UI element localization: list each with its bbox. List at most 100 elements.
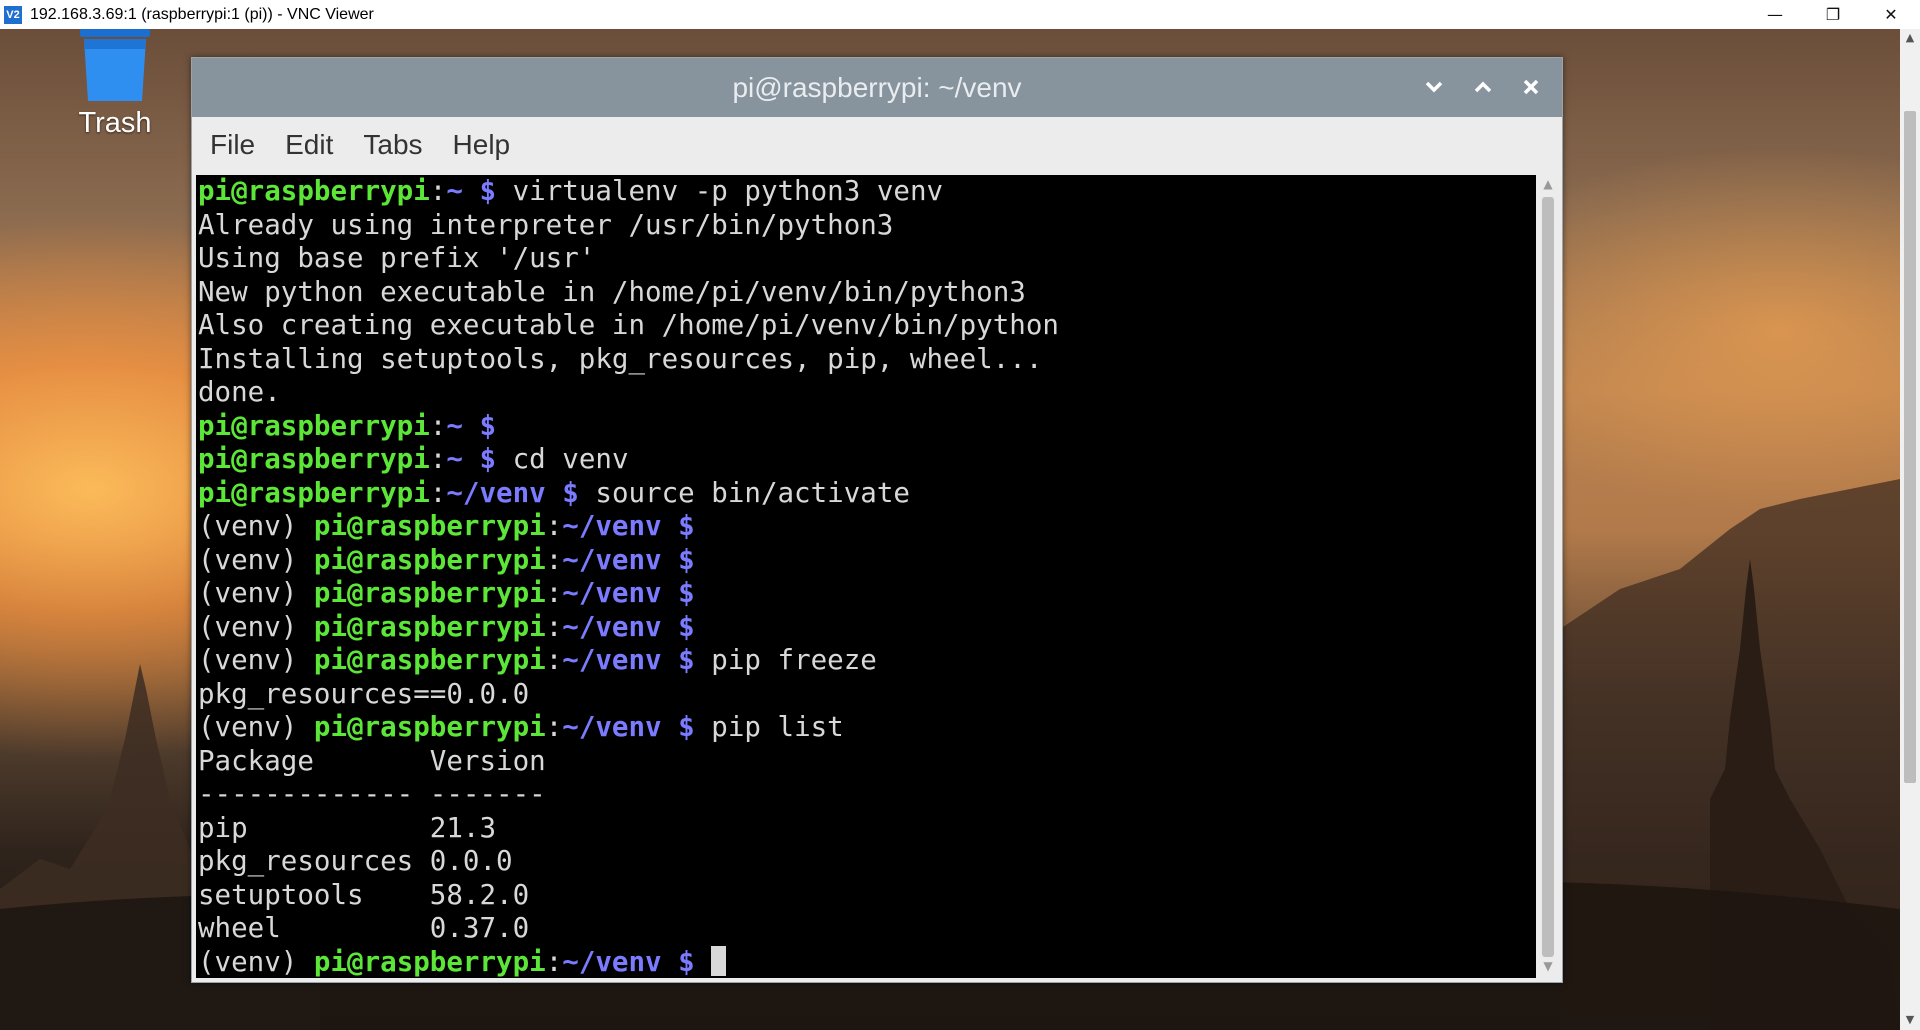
terminal-titlebar[interactable]: pi@raspberrypi: ~/venv xyxy=(192,58,1562,117)
prompt-symbol: $ xyxy=(661,610,695,643)
prompt-symbol: $ xyxy=(462,443,497,475)
window-controls: — ❐ ✕ xyxy=(1746,0,1920,29)
output-text: Also creating executable in /home/pi/ven… xyxy=(198,309,1059,341)
terminal-menubar: File Edit Tabs Help xyxy=(192,117,1562,173)
command-text: cd venv xyxy=(496,443,629,475)
command-text: pip list xyxy=(694,711,844,743)
trash-desktop-icon[interactable]: Trash xyxy=(70,29,160,140)
menu-edit[interactable]: Edit xyxy=(285,129,333,161)
output-text: Installing setuptools, pkg_resources, pi… xyxy=(198,342,1043,375)
terminal-line: ------------- ------- xyxy=(198,778,1536,812)
menu-tabs[interactable]: Tabs xyxy=(363,129,422,161)
terminal-window[interactable]: pi@raspberrypi: ~/venv File Edit Tabs He… xyxy=(191,57,1563,983)
terminal-scroll-up-icon[interactable]: ▲ xyxy=(1538,177,1558,191)
prompt-user-host: pi@raspberrypi xyxy=(313,510,546,542)
terminal-line: done. xyxy=(198,376,1536,410)
minimize-button[interactable]: — xyxy=(1746,0,1804,29)
venv-indicator: (venv) xyxy=(198,711,314,743)
output-text: setuptools 58.2.0 xyxy=(198,878,530,911)
prompt-separator: : xyxy=(545,711,563,743)
scroll-down-arrow-icon[interactable]: ▼ xyxy=(1900,1013,1920,1026)
terminal-line: pip 21.3 xyxy=(198,812,1536,846)
command-text: virtualenv -p python3 venv xyxy=(496,175,944,207)
prompt-separator: : xyxy=(545,543,563,576)
close-icon xyxy=(1523,79,1539,95)
menu-help[interactable]: Help xyxy=(453,129,511,161)
prompt-symbol: $ xyxy=(545,476,579,509)
close-window-button[interactable] xyxy=(1516,72,1546,102)
prompt-symbol: $ xyxy=(462,175,497,207)
terminal-title: pi@raspberrypi: ~/venv xyxy=(732,72,1022,103)
terminal-line: (venv) pi@raspberrypi:~/venv $ xyxy=(198,510,1536,544)
terminal-line: Package Version xyxy=(198,745,1536,779)
terminal-line: Using base prefix '/usr' xyxy=(198,242,1536,276)
prompt-path: ~/venv xyxy=(562,577,662,609)
prompt-user-host: pi@raspberrypi xyxy=(313,644,546,676)
prompt-symbol: $ xyxy=(661,543,695,576)
prompt-separator: : xyxy=(429,409,447,442)
chevron-up-icon xyxy=(1474,81,1492,93)
terminal-line: pi@raspberrypi:~ $ xyxy=(198,410,1536,444)
terminal-line: (venv) pi@raspberrypi:~/venv $ pip freez… xyxy=(198,644,1536,678)
terminal-scrollbar[interactable]: ▲ ▼ xyxy=(1538,175,1558,978)
prompt-path: ~/venv xyxy=(562,610,662,643)
prompt-separator: : xyxy=(545,644,563,676)
close-button[interactable]: ✕ xyxy=(1862,0,1920,29)
maximize-window-button[interactable] xyxy=(1468,72,1498,102)
vnc-app-icon: V2 xyxy=(4,5,22,24)
prompt-separator: : xyxy=(429,476,447,509)
prompt-separator: : xyxy=(545,610,563,643)
prompt-user-host: pi@raspberrypi xyxy=(313,945,546,978)
prompt-user-host: pi@raspberrypi xyxy=(313,543,546,576)
minimize-window-button[interactable] xyxy=(1419,72,1449,102)
viewer-scrollbar-thumb[interactable] xyxy=(1904,111,1916,783)
trash-icon xyxy=(80,29,150,103)
terminal-line: New python executable in /home/pi/venv/b… xyxy=(198,276,1536,310)
terminal-screen[interactable]: pi@raspberrypi:~ $ virtualenv -p python3… xyxy=(196,175,1536,978)
vnc-titlebar[interactable]: V2 192.168.3.69:1 (raspberrypi:1 (pi)) -… xyxy=(0,0,1920,30)
terminal-line: pi@raspberrypi:~/venv $ source bin/activ… xyxy=(198,477,1536,511)
prompt-separator: : xyxy=(545,510,563,542)
menu-file[interactable]: File xyxy=(210,129,255,161)
terminal-scrollbar-thumb[interactable] xyxy=(1542,197,1554,957)
prompt-path: ~ xyxy=(446,409,463,442)
terminal-line: (venv) pi@raspberrypi:~/venv $ pip list xyxy=(198,711,1536,745)
prompt-user-host: pi@raspberrypi xyxy=(198,476,430,509)
terminal-line: Installing setuptools, pkg_resources, pi… xyxy=(198,343,1536,377)
prompt-path: ~/venv xyxy=(562,543,662,576)
venv-indicator: (venv) xyxy=(198,945,314,978)
terminal-line: pi@raspberrypi:~ $ cd venv xyxy=(198,443,1536,477)
prompt-user-host: pi@raspberrypi xyxy=(313,577,546,609)
terminal-line: setuptools 58.2.0 xyxy=(198,879,1536,913)
terminal-scroll-down-icon[interactable]: ▼ xyxy=(1538,959,1558,973)
vnc-window-title: 192.168.3.69:1 (raspberrypi:1 (pi)) - VN… xyxy=(30,5,374,23)
command-text xyxy=(695,946,712,978)
scroll-up-arrow-icon[interactable]: ▲ xyxy=(1900,31,1920,44)
output-text: Using base prefix '/usr' xyxy=(198,242,596,274)
output-text: New python executable in /home/pi/venv/b… xyxy=(198,275,1026,308)
prompt-path: ~ xyxy=(446,443,463,475)
prompt-path: ~/venv xyxy=(562,510,662,542)
restore-button[interactable]: ❐ xyxy=(1804,0,1862,29)
terminal-output: pi@raspberrypi:~ $ virtualenv -p python3… xyxy=(196,175,1536,978)
chevron-down-icon xyxy=(1425,81,1443,93)
prompt-symbol: $ xyxy=(661,711,695,743)
venv-indicator: (venv) xyxy=(198,644,314,676)
prompt-user-host: pi@raspberrypi xyxy=(313,610,546,643)
venv-indicator: (venv) xyxy=(198,610,314,643)
prompt-symbol: $ xyxy=(462,409,497,442)
prompt-user-host: pi@raspberrypi xyxy=(313,711,546,743)
terminal-line: (venv) pi@raspberrypi:~/venv $ xyxy=(198,544,1536,578)
prompt-path: ~/venv xyxy=(562,644,662,676)
prompt-symbol: $ xyxy=(661,945,695,978)
terminal-line: Also creating executable in /home/pi/ven… xyxy=(198,309,1536,343)
venv-indicator: (venv) xyxy=(198,543,314,576)
terminal-line: pkg_resources 0.0.0 xyxy=(198,845,1536,879)
prompt-user-host: pi@raspberrypi xyxy=(198,175,430,207)
prompt-symbol: $ xyxy=(661,644,695,676)
viewer-scrollbar[interactable]: ▲ ▼ xyxy=(1900,29,1920,1030)
prompt-user-host: pi@raspberrypi xyxy=(198,443,430,475)
prompt-separator: : xyxy=(429,443,447,475)
output-text: done. xyxy=(198,376,281,408)
prompt-user-host: pi@raspberrypi xyxy=(198,409,430,442)
